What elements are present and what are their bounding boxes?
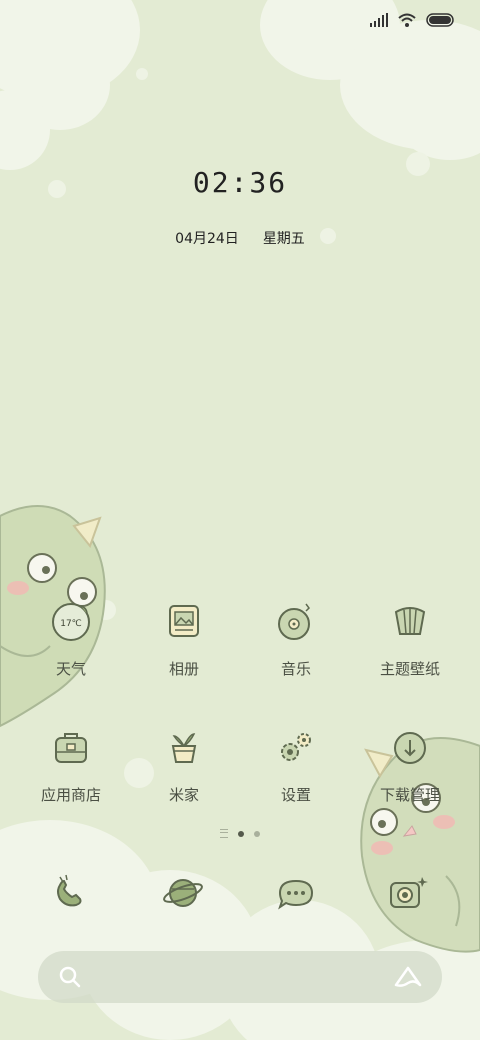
app-mijia[interactable]: 米家 (124, 724, 244, 805)
music-icon (272, 598, 320, 646)
app-music[interactable]: 音乐 (236, 598, 356, 679)
clock-time[interactable]: 02:36 (0, 166, 480, 199)
weather-icon: 17℃ (47, 598, 95, 646)
app-label: 天气 (55, 660, 86, 678)
app-weather[interactable]: 17℃ 天气 (11, 598, 131, 679)
app-label: 主题壁纸 (379, 660, 440, 678)
app-settings[interactable]: 设置 (236, 724, 356, 805)
phone-icon[interactable] (46, 869, 94, 917)
battery-icon (426, 13, 454, 27)
weather-temperature: 17℃ (60, 619, 82, 629)
app-label: 米家 (168, 786, 199, 804)
themes-icon (386, 598, 434, 646)
clock-date: 04月24日 (175, 231, 239, 247)
app-download[interactable]: 下载管理 (350, 724, 470, 805)
page-indicator-feed[interactable] (220, 829, 228, 838)
signal-icon (370, 13, 388, 27)
page-indicator-dot[interactable] (238, 830, 244, 837)
app-label: 设置 (280, 786, 311, 804)
gallery-icon (160, 598, 208, 646)
settings-icon (272, 724, 320, 772)
app-gallery[interactable]: 相册 (124, 598, 244, 679)
search-bar[interactable] (38, 951, 442, 1003)
camera-icon[interactable] (382, 869, 430, 917)
download-icon (386, 724, 434, 772)
page-indicator[interactable] (0, 829, 480, 838)
search-icon[interactable] (58, 965, 82, 989)
status-bar (370, 10, 456, 30)
mijia-icon (160, 724, 208, 772)
app-label: 音乐 (280, 660, 311, 678)
messages-icon[interactable] (272, 869, 320, 917)
app-label: 应用商店 (40, 786, 101, 804)
date-row[interactable]: 04月24日 星期五 (0, 228, 480, 248)
app-label: 相册 (168, 660, 199, 678)
app-label: 下载管理 (379, 786, 440, 804)
app-store-icon (47, 724, 95, 772)
assistant-icon[interactable] (394, 965, 422, 989)
clock-weekday: 星期五 (262, 231, 305, 247)
wifi-icon (398, 13, 416, 27)
browser-icon[interactable] (159, 869, 207, 917)
page-indicator-dot[interactable] (254, 830, 260, 837)
app-store[interactable]: 应用商店 (11, 724, 131, 805)
app-themes[interactable]: 主题壁纸 (350, 598, 470, 679)
